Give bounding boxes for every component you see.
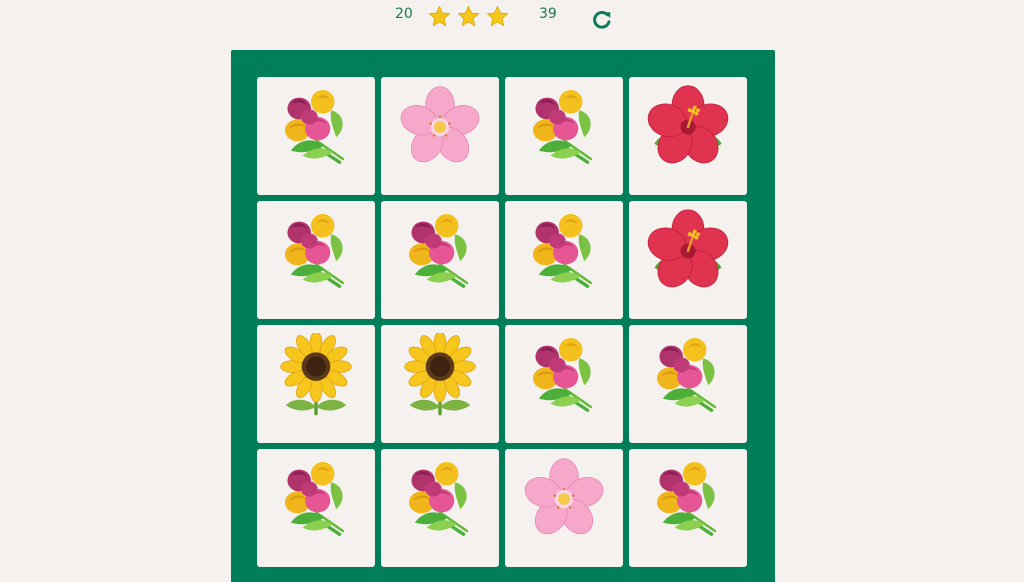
card-bouquet[interactable]: [505, 201, 623, 319]
bouquet-icon: [646, 333, 730, 417]
bouquet-icon: [274, 209, 358, 293]
bouquet-icon: [522, 85, 606, 169]
star-rating: [428, 5, 509, 28]
card-sunflower[interactable]: [381, 325, 499, 443]
card-bouquet[interactable]: [381, 449, 499, 567]
moves-counter: 20: [395, 6, 413, 22]
cherry-blossom-icon: [398, 85, 482, 169]
card-hibiscus[interactable]: [629, 201, 747, 319]
card-hibiscus[interactable]: [629, 77, 747, 195]
sunflower-icon: [274, 333, 358, 417]
star-icon: [428, 5, 451, 27]
bouquet-icon: [274, 457, 358, 541]
card-cherry-blossom[interactable]: [505, 449, 623, 567]
hibiscus-icon: [646, 209, 730, 293]
star-icon: [457, 5, 480, 27]
card-bouquet[interactable]: [257, 449, 375, 567]
bouquet-icon: [522, 333, 606, 417]
cherry-blossom-icon: [522, 457, 606, 541]
card-bouquet[interactable]: [381, 201, 499, 319]
card-cherry-blossom[interactable]: [381, 77, 499, 195]
hibiscus-icon: [646, 85, 730, 169]
bouquet-icon: [646, 457, 730, 541]
card-bouquet[interactable]: [629, 449, 747, 567]
restart-icon[interactable]: [591, 9, 613, 31]
star-icon: [486, 5, 509, 27]
timer: 39: [539, 6, 557, 22]
bouquet-icon: [274, 85, 358, 169]
sunflower-icon: [398, 333, 482, 417]
card-bouquet[interactable]: [505, 325, 623, 443]
card-sunflower[interactable]: [257, 325, 375, 443]
score-panel: 20 39: [0, 0, 1024, 40]
game-board: [231, 50, 775, 582]
card-bouquet[interactable]: [505, 77, 623, 195]
card-bouquet[interactable]: [257, 201, 375, 319]
card-bouquet[interactable]: [257, 77, 375, 195]
bouquet-icon: [522, 209, 606, 293]
bouquet-icon: [398, 209, 482, 293]
card-bouquet[interactable]: [629, 325, 747, 443]
memory-game-page: 20 39: [0, 0, 1024, 582]
bouquet-icon: [398, 457, 482, 541]
